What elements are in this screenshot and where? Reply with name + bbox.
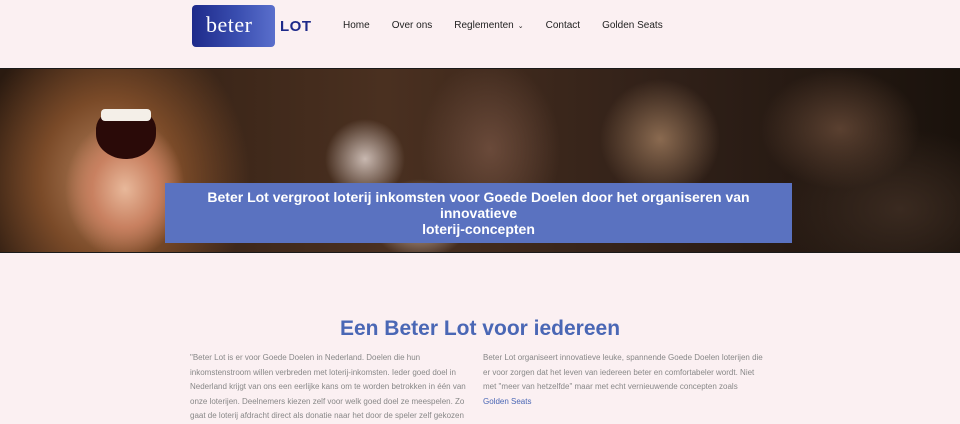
hero-headline-line1: Beter Lot vergroot loterij inkomsten voo… (207, 189, 750, 221)
logo-badge: beter (192, 5, 275, 47)
hero-photo-detail-teeth (101, 109, 151, 121)
chevron-down-icon: ⌄ (517, 22, 524, 30)
nav-item-reglementen[interactable]: Reglementen ⌄ (454, 20, 523, 31)
logo-word: beter (206, 12, 253, 37)
intro-text-right: Beter Lot organiseert innovatieve leuke,… (483, 351, 763, 409)
nav-item-label: Reglementen (454, 20, 514, 31)
hero-banner-image: Beter Lot vergroot loterij inkomsten voo… (0, 68, 960, 253)
section-title: Een Beter Lot voor iedereen (339, 317, 621, 340)
nav-item-golden-seats[interactable]: Golden Seats (602, 20, 663, 31)
nav-item-contact[interactable]: Contact (546, 20, 580, 31)
site-header: beter LOT Home Over ons Reglementen ⌄ Co… (0, 0, 960, 68)
logo-suffix: LOT (280, 17, 312, 35)
hero-headline-line2: loterij-concepten (422, 221, 535, 237)
site-logo[interactable]: beter LOT (192, 4, 312, 48)
hero-headline-box: Beter Lot vergroot loterij inkomsten voo… (165, 183, 792, 243)
golden-seats-link[interactable]: Golden Seats (483, 397, 531, 406)
nav-item-home[interactable]: Home (343, 20, 370, 31)
nav-item-over-ons[interactable]: Over ons (392, 20, 433, 31)
intro-text-left: "Beter Lot is er voor Goede Doelen in Ne… (190, 353, 466, 420)
intro-text-right-body: Beter Lot organiseert innovatieve leuke,… (483, 353, 763, 391)
hero-headline: Beter Lot vergroot loterij inkomsten voo… (165, 189, 792, 237)
main-nav: Home Over ons Reglementen ⌄ Contact Gold… (343, 20, 685, 31)
